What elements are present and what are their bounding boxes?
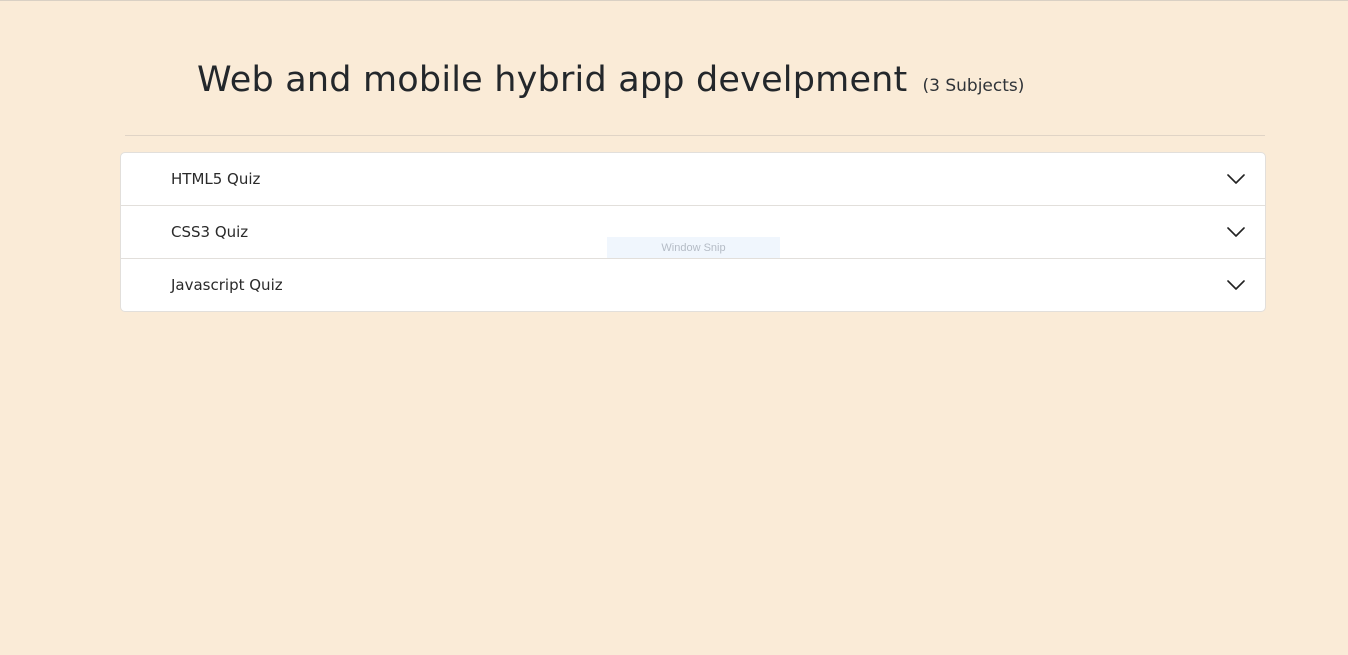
accordion-item-label: CSS3 Quiz	[171, 223, 249, 241]
page-title: Web and mobile hybrid app develpment	[197, 60, 908, 100]
header-divider	[125, 135, 1265, 136]
accordion-item-javascript-quiz[interactable]: Javascript Quiz	[121, 259, 1265, 311]
subject-count: (3 Subjects)	[922, 76, 1025, 96]
top-edge	[0, 0, 1348, 1]
accordion-item-html5-quiz[interactable]: HTML5 Quiz	[121, 153, 1265, 206]
chevron-down-icon[interactable]	[1227, 227, 1245, 237]
window-snip-overlay: Window Snip	[607, 237, 780, 258]
accordion-item-label: Javascript Quiz	[171, 276, 283, 294]
page-header: Web and mobile hybrid app develpment (3 …	[197, 60, 1024, 100]
quiz-accordion: HTML5 Quiz CSS3 Quiz Javascript Quiz	[120, 152, 1266, 312]
chevron-down-icon[interactable]	[1227, 280, 1245, 290]
accordion-item-label: HTML5 Quiz	[171, 170, 261, 188]
chevron-down-icon[interactable]	[1227, 174, 1245, 184]
